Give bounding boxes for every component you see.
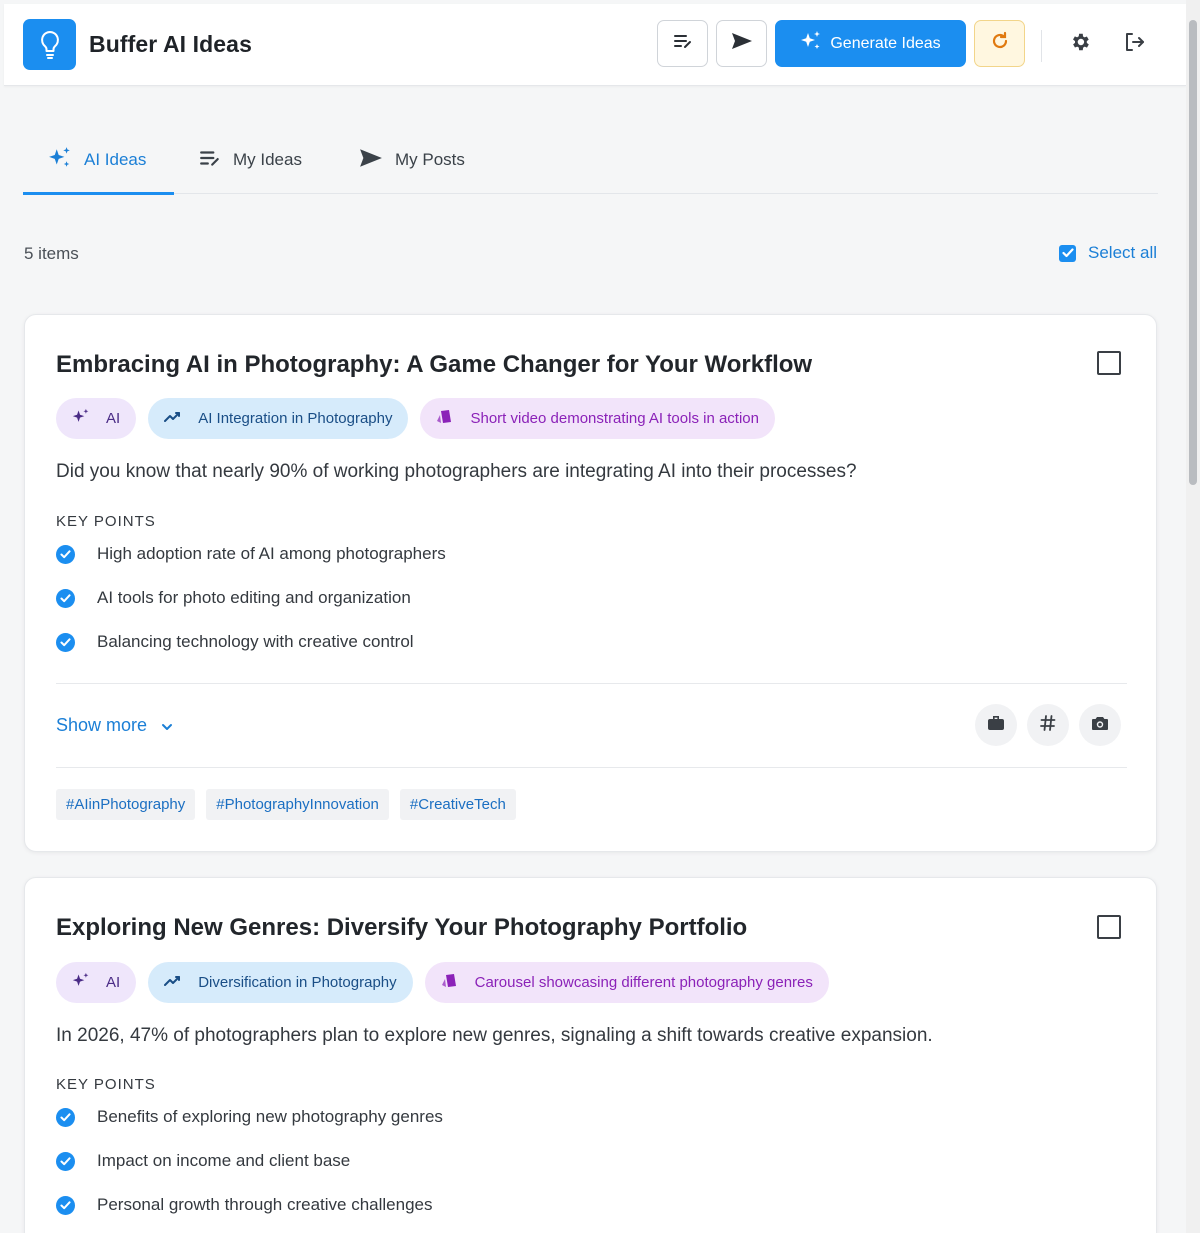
chevron-down-icon xyxy=(161,715,173,736)
hashtag-chip[interactable]: #PhotographyInnovation xyxy=(206,789,389,820)
trending-up-icon xyxy=(164,974,182,991)
trend-chip: Diversification in Photography xyxy=(148,962,413,1003)
key-point-text: Personal growth through creative challen… xyxy=(97,1195,433,1214)
refresh-button[interactable] xyxy=(974,20,1025,67)
hashtag-chip[interactable]: #AIinPhotography xyxy=(56,789,196,820)
key-point-item: Benefits of exploring new photography ge… xyxy=(56,1107,443,1127)
tab-label: My Posts xyxy=(395,150,465,169)
tab-ai-ideas[interactable]: AI Ideas xyxy=(48,128,146,192)
chip-label: Short video demonstrating AI tools in ac… xyxy=(470,410,759,427)
sparkle-icon xyxy=(48,146,72,175)
idea-title: Exploring New Genres: Diversify Your Pho… xyxy=(56,914,748,941)
key-point-item: High adoption rate of AI among photograp… xyxy=(56,544,446,564)
gear-icon xyxy=(1069,31,1091,58)
key-point-text: AI tools for photo editing and organizat… xyxy=(97,588,411,607)
app-header: Buffer AI Ideas Generate Ideas xyxy=(4,4,1186,86)
edit-list-icon xyxy=(199,149,221,172)
sparkle-icon xyxy=(72,408,90,430)
chip-label: AI Integration in Photography xyxy=(198,410,393,427)
edit-list-icon xyxy=(673,33,693,54)
hashtag-icon xyxy=(1040,714,1056,736)
idea-hook: Did you know that nearly 90% of working … xyxy=(56,461,857,482)
briefcase-icon xyxy=(987,715,1005,736)
idea-card: Embracing AI in Photography: A Game Chan… xyxy=(24,314,1157,852)
sparkle-icon xyxy=(800,30,822,57)
chip-label: Carousel showcasing different photograph… xyxy=(474,974,813,991)
show-more-label: Show more xyxy=(56,715,148,735)
format-chip: Carousel showcasing different photograph… xyxy=(424,962,829,1003)
check-circle-icon xyxy=(56,1107,75,1127)
logout-icon xyxy=(1123,31,1145,58)
key-point-item: AI tools for photo editing and organizat… xyxy=(56,588,411,608)
ai-chip: AI xyxy=(56,398,137,439)
tab-bar: AI Ideas My Ideas My Posts xyxy=(23,128,1158,195)
header-divider xyxy=(1041,30,1042,62)
idea-select-checkbox[interactable] xyxy=(1097,915,1121,939)
key-point-text: Balancing technology with creative contr… xyxy=(97,632,414,651)
chip-label: Diversification in Photography xyxy=(198,974,397,991)
idea-tags: AI Diversification in Photography Carous… xyxy=(56,962,829,1003)
idea-select-checkbox[interactable] xyxy=(1097,351,1121,375)
key-point-item: Balancing technology with creative contr… xyxy=(56,632,414,652)
key-points-label: KEY POINTS xyxy=(56,1076,156,1093)
check-circle-icon xyxy=(56,1151,75,1171)
active-tab-indicator xyxy=(23,192,174,195)
trend-chip: AI Integration in Photography xyxy=(148,398,409,439)
tab-my-ideas[interactable]: My Ideas xyxy=(199,128,302,192)
format-chip: Short video demonstrating AI tools in ac… xyxy=(420,398,775,439)
hashtag-chip[interactable]: #CreativeTech xyxy=(399,789,516,820)
show-more-button[interactable]: Show more xyxy=(56,715,173,736)
idea-hook: In 2026, 47% of photographers plan to ex… xyxy=(56,1025,933,1046)
camera-icon xyxy=(1091,715,1109,736)
scrollbar-thumb[interactable] xyxy=(1189,20,1197,485)
scrollbar[interactable] xyxy=(1186,0,1200,1233)
idea-card: Exploring New Genres: Diversify Your Pho… xyxy=(24,877,1157,1233)
chip-label: AI xyxy=(106,410,121,427)
video-format-icon xyxy=(436,409,454,429)
briefcase-button[interactable] xyxy=(975,704,1017,746)
key-point-text: Impact on income and client base xyxy=(97,1151,351,1170)
hashtag-list: #AIinPhotography #PhotographyInnovation … xyxy=(56,789,516,820)
check-circle-icon xyxy=(56,588,75,608)
app: Buffer AI Ideas Generate Ideas AI Ideas … xyxy=(0,0,1200,1233)
idea-title: Embracing AI in Photography: A Game Chan… xyxy=(56,351,813,378)
app-title: Buffer AI Ideas xyxy=(89,31,252,57)
send-icon xyxy=(359,148,383,173)
check-circle-icon xyxy=(56,544,75,564)
key-point-text: High adoption rate of AI among photograp… xyxy=(97,544,446,563)
key-point-text: Benefits of exploring new photography ge… xyxy=(97,1107,443,1126)
check-circle-icon xyxy=(56,1195,75,1215)
logout-button[interactable] xyxy=(1118,28,1150,60)
tab-label: AI Ideas xyxy=(84,150,147,169)
check-circle-icon xyxy=(56,632,75,652)
ideas-list-button[interactable] xyxy=(657,20,708,67)
select-all-label: Select all xyxy=(1088,243,1157,262)
camera-button[interactable] xyxy=(1079,704,1121,746)
refresh-icon xyxy=(990,31,1010,56)
key-point-item: Impact on income and client base xyxy=(56,1151,350,1171)
idea-tags: AI AI Integration in Photography Short v… xyxy=(56,398,775,439)
items-count: 5 items xyxy=(24,244,79,263)
carousel-format-icon xyxy=(441,973,459,993)
generate-ideas-label: Generate Ideas xyxy=(830,34,941,52)
ai-chip: AI xyxy=(56,962,137,1003)
card-divider xyxy=(56,767,1127,768)
generate-ideas-button[interactable]: Generate Ideas xyxy=(775,20,966,67)
tab-my-posts[interactable]: My Posts xyxy=(359,128,465,192)
lightbulb-logo-icon xyxy=(23,19,76,70)
trending-up-icon xyxy=(164,410,182,427)
select-all-toggle[interactable]: Select all xyxy=(1059,243,1157,263)
sparkle-icon xyxy=(72,972,90,994)
key-point-item: Personal growth through creative challen… xyxy=(56,1195,432,1215)
checkbox-checked-icon xyxy=(1059,244,1077,262)
chip-label: AI xyxy=(106,974,121,991)
tab-label: My Ideas xyxy=(233,150,302,169)
key-points-label: KEY POINTS xyxy=(56,513,156,530)
card-divider xyxy=(56,683,1127,684)
posts-button[interactable] xyxy=(716,20,767,67)
send-icon xyxy=(731,32,753,55)
hashtag-button[interactable] xyxy=(1027,704,1069,746)
settings-button[interactable] xyxy=(1064,28,1096,60)
